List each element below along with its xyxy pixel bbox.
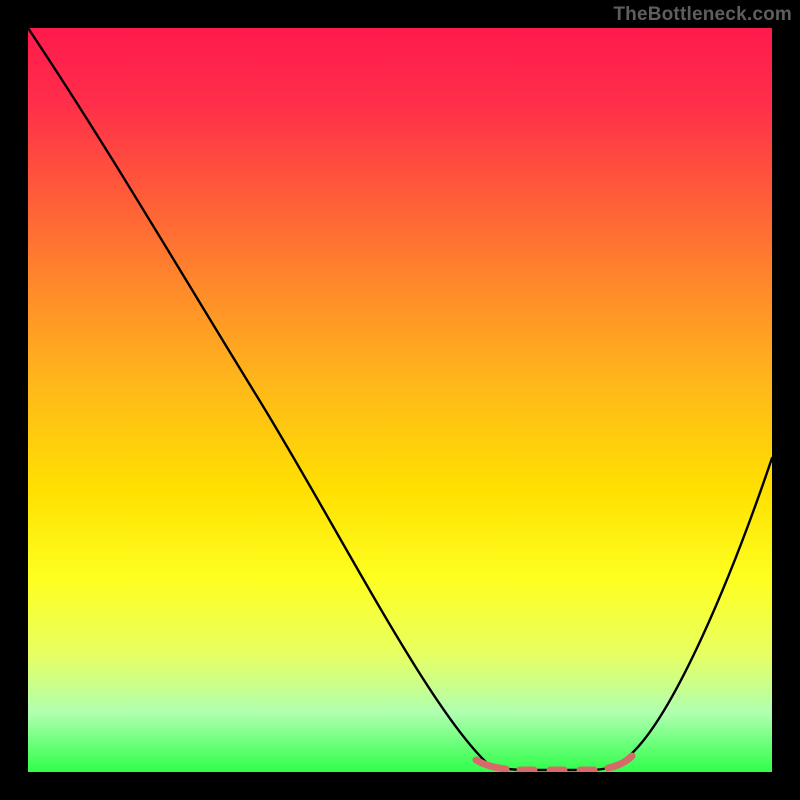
plot-area (28, 28, 772, 772)
watermark-text: TheBottleneck.com (613, 4, 792, 26)
highlight-dashes (476, 756, 632, 770)
chart-frame: TheBottleneck.com (0, 0, 800, 800)
curve-path (28, 28, 772, 770)
chart-svg (28, 28, 772, 772)
